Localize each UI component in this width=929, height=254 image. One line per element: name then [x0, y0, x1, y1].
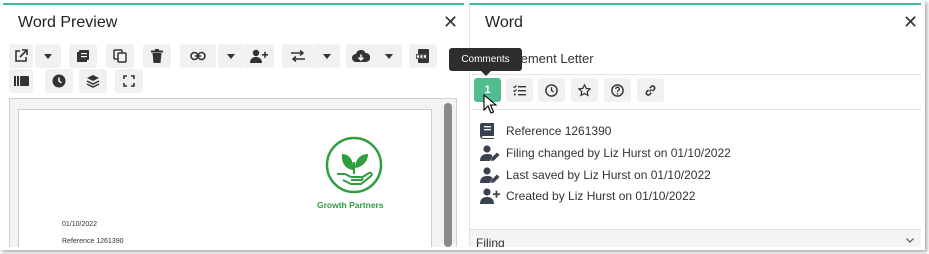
- favourite-button[interactable]: [571, 78, 598, 102]
- user-plus-icon: [250, 49, 268, 63]
- book-icon: [480, 123, 494, 139]
- copy-icon: [113, 49, 127, 63]
- word-details-panel: Word ✕ Engagement Letter 1 Reference 126…: [469, 3, 921, 247]
- clock-icon: [545, 83, 558, 97]
- document-reference: Reference 1261390: [62, 238, 124, 245]
- help-button[interactable]: [604, 78, 631, 102]
- list-check-icon: [513, 84, 526, 95]
- info-reference: Reference 1261390: [480, 122, 611, 140]
- swap-arrows-icon: [291, 50, 305, 62]
- transfer-button[interactable]: [282, 44, 314, 68]
- star-icon: [578, 83, 591, 97]
- photo-film-icon: [13, 76, 29, 86]
- download-button[interactable]: [346, 44, 376, 68]
- layers-icon: [86, 75, 100, 88]
- brand-name: Growth Partners: [317, 200, 384, 210]
- tasks-button[interactable]: [506, 78, 533, 102]
- close-details-button[interactable]: ✕: [903, 13, 918, 31]
- chevron-down-icon: [323, 54, 331, 59]
- open-external-icon: [15, 49, 28, 62]
- mouse-pointer-icon: [483, 94, 497, 114]
- link-options-dropdown[interactable]: [218, 44, 244, 68]
- copy-button[interactable]: [106, 44, 134, 68]
- user-edit-icon: [480, 167, 500, 183]
- share-user-button[interactable]: [244, 44, 274, 68]
- link-button[interactable]: [180, 44, 216, 68]
- tooltip-arrow: [481, 71, 491, 76]
- user-plus-icon: [480, 188, 500, 204]
- info-last-saved: Last saved by Liz Hurst on 01/10/2022: [480, 166, 711, 184]
- clock-icon: [52, 74, 66, 88]
- chevron-down-icon: [44, 54, 52, 59]
- history-button[interactable]: [538, 78, 565, 102]
- info-filing-changed: Filing changed by Liz Hurst on 01/10/202…: [480, 144, 731, 162]
- expand-icon: [123, 75, 135, 87]
- panel-view-button[interactable]: [9, 69, 33, 93]
- cloud-download-icon: [352, 49, 370, 62]
- link-icon: [645, 84, 656, 96]
- fullscreen-button[interactable]: [115, 69, 143, 93]
- pdf-button[interactable]: [409, 44, 437, 68]
- open-options-dropdown[interactable]: [35, 44, 61, 68]
- divider: [471, 74, 921, 75]
- history-button[interactable]: [45, 69, 73, 93]
- word-preview-panel: Word Preview ✕ Growth Partners 01/10/202…: [3, 3, 464, 247]
- section-title: Filing: [476, 236, 505, 247]
- panel-title: Word Preview: [18, 14, 118, 31]
- document-preview[interactable]: Growth Partners 01/10/2022 Reference 126…: [9, 98, 457, 247]
- layers-button[interactable]: [79, 69, 107, 93]
- chevron-down-icon: [227, 54, 235, 59]
- filing-section-header[interactable]: Filing: [470, 229, 921, 247]
- delete-button[interactable]: [143, 44, 171, 68]
- close-preview-button[interactable]: ✕: [443, 13, 458, 31]
- catalog-button[interactable]: [69, 44, 97, 68]
- question-circle-icon: [611, 83, 624, 97]
- comments-tooltip: Comments: [449, 48, 522, 71]
- document-page: Growth Partners 01/10/2022 Reference 126…: [18, 109, 432, 247]
- links-button[interactable]: [637, 78, 664, 102]
- chevron-down-icon: [385, 54, 393, 59]
- transfer-options-dropdown[interactable]: [314, 44, 340, 68]
- trash-icon: [151, 49, 163, 63]
- link-icon: [190, 51, 206, 61]
- chevron-down-icon: [906, 238, 914, 243]
- download-options-dropdown[interactable]: [376, 44, 402, 68]
- book-stack-icon: [77, 50, 89, 62]
- divider: [471, 109, 921, 110]
- open-external-button[interactable]: [9, 44, 33, 68]
- pdf-file-icon: [416, 49, 429, 63]
- document-date: 01/10/2022: [62, 221, 98, 228]
- info-created: Created by Liz Hurst on 01/10/2022: [480, 187, 695, 205]
- user-edit-icon: [480, 145, 500, 161]
- growth-partners-logo-icon: [325, 136, 383, 194]
- preview-scrollbar[interactable]: [444, 103, 452, 247]
- panel-title: Word: [485, 14, 523, 31]
